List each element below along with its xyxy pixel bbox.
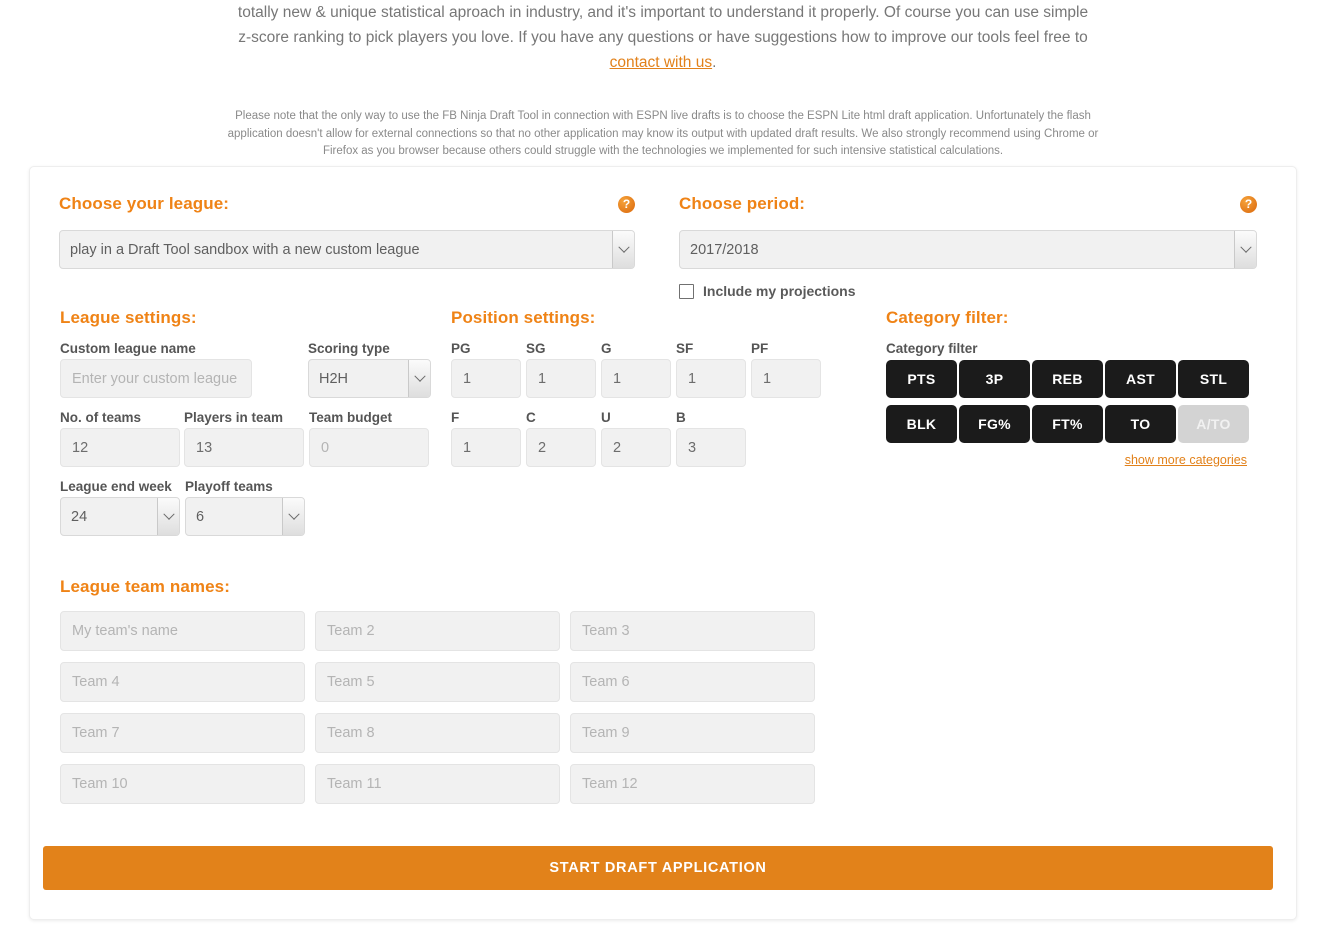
position-input-pf[interactable] <box>751 359 821 398</box>
position-input-pg[interactable] <box>451 359 521 398</box>
category-button-reb[interactable]: REB <box>1032 360 1103 398</box>
no-of-teams-label: No. of teams <box>60 410 142 425</box>
league-settings-title: League settings: <box>60 308 197 327</box>
category-row-2: BLK FG% FT% TO A/TO <box>886 405 1266 443</box>
team-name-input-6[interactable] <box>570 662 815 702</box>
category-filter-sublabel: Category filter <box>886 341 978 356</box>
custom-league-name-input[interactable] <box>60 359 252 398</box>
position-input-g[interactable] <box>601 359 671 398</box>
league-end-week-select[interactable]: 24 <box>60 497 180 536</box>
position-label-c: C <box>526 410 536 425</box>
position-label-f: F <box>451 410 460 425</box>
league-select-wrapper: play in a Draft Tool sandbox with a new … <box>59 230 635 269</box>
playoff-teams-wrapper: 6 <box>185 497 305 536</box>
start-draft-application-button[interactable]: START DRAFT APPLICATION <box>43 846 1273 890</box>
show-more-categories-link[interactable]: show more categories <box>1125 453 1247 467</box>
settings-card: Choose your league: ? play in a Draft To… <box>29 166 1297 920</box>
position-row-2: F C U B <box>451 410 851 467</box>
position-label-b: B <box>676 410 686 425</box>
period-select[interactable]: 2017/2018 <box>679 230 1257 269</box>
league-select[interactable]: play in a Draft Tool sandbox with a new … <box>59 230 635 269</box>
include-projections-checkbox[interactable] <box>679 283 694 299</box>
intro-paragraph: totally new & unique statistical aproach… <box>218 0 1108 75</box>
category-button-ftpct[interactable]: FT% <box>1032 405 1103 443</box>
scoring-type-select[interactable]: H2H <box>308 359 431 398</box>
team-name-input-4[interactable] <box>60 662 305 702</box>
category-button-blk[interactable]: BLK <box>886 405 957 443</box>
team-name-input-2[interactable] <box>315 611 560 651</box>
choose-league-title: Choose your league: <box>59 194 230 213</box>
team-names-grid <box>60 611 850 804</box>
team-name-input-3[interactable] <box>570 611 815 651</box>
position-input-sf[interactable] <box>676 359 746 398</box>
period-select-wrapper: 2017/2018 <box>679 230 1257 269</box>
playoff-teams-label: Playoff teams <box>185 479 273 494</box>
category-button-to[interactable]: TO <box>1105 405 1176 443</box>
team-name-input-1[interactable] <box>60 611 305 651</box>
team-budget-input[interactable] <box>309 428 429 467</box>
position-settings-title: Position settings: <box>451 308 596 327</box>
team-names-title: League team names: <box>60 577 230 596</box>
intro-line-2a: z-score ranking to pick players you love… <box>238 29 1088 46</box>
position-input-f[interactable] <box>451 428 521 467</box>
position-label-pg: PG <box>451 341 471 356</box>
help-icon-period[interactable]: ? <box>1240 195 1257 213</box>
scoring-type-label: Scoring type <box>308 341 390 356</box>
category-filter-title: Category filter: <box>886 308 1009 327</box>
position-label-sg: SG <box>526 341 546 356</box>
position-label-u: U <box>601 410 611 425</box>
team-name-input-5[interactable] <box>315 662 560 702</box>
league-end-week-label: League end week <box>60 479 172 494</box>
team-name-input-7[interactable] <box>60 713 305 753</box>
position-input-u[interactable] <box>601 428 671 467</box>
players-in-team-label: Players in team <box>184 410 284 425</box>
category-button-ato[interactable]: A/TO <box>1178 405 1249 443</box>
include-projections-row[interactable]: Include my projections <box>679 283 1257 299</box>
category-button-stl[interactable]: STL <box>1178 360 1249 398</box>
custom-league-name-label: Custom league name <box>60 341 196 356</box>
page-root: totally new & unique statistical aproach… <box>0 0 1326 937</box>
intro-note: Please note that the only way to use the… <box>227 110 1099 157</box>
no-of-teams-input[interactable] <box>60 428 180 467</box>
category-button-pts[interactable]: PTS <box>886 360 957 398</box>
choose-period-title: Choose period: <box>679 194 806 213</box>
position-row-1: PG SG G SF PF <box>451 341 851 398</box>
team-name-input-8[interactable] <box>315 713 560 753</box>
intro-line-1: totally new & unique statistical aproach… <box>237 4 1089 21</box>
position-input-c[interactable] <box>526 428 596 467</box>
team-name-input-9[interactable] <box>570 713 815 753</box>
position-label-sf: SF <box>676 341 694 356</box>
position-label-pf: PF <box>751 341 769 356</box>
position-input-sg[interactable] <box>526 359 596 398</box>
team-budget-label: Team budget <box>309 410 393 425</box>
scoring-type-wrapper: H2H <box>308 359 431 398</box>
include-projections-label: Include my projections <box>703 283 856 299</box>
intro-line-2b: . <box>712 54 717 71</box>
contact-link[interactable]: contact with us <box>610 54 713 71</box>
category-button-ast[interactable]: AST <box>1105 360 1176 398</box>
category-button-fgpct[interactable]: FG% <box>959 405 1030 443</box>
category-row-1: PTS 3P REB AST STL <box>886 360 1266 398</box>
playoff-teams-select[interactable]: 6 <box>185 497 305 536</box>
team-name-input-12[interactable] <box>570 764 815 804</box>
help-icon-league[interactable]: ? <box>618 195 635 213</box>
position-input-b[interactable] <box>676 428 746 467</box>
team-name-input-10[interactable] <box>60 764 305 804</box>
position-label-g: G <box>601 341 612 356</box>
team-name-input-11[interactable] <box>315 764 560 804</box>
category-button-3p[interactable]: 3P <box>959 360 1030 398</box>
league-end-week-wrapper: 24 <box>60 497 180 536</box>
players-in-team-input[interactable] <box>184 428 304 467</box>
